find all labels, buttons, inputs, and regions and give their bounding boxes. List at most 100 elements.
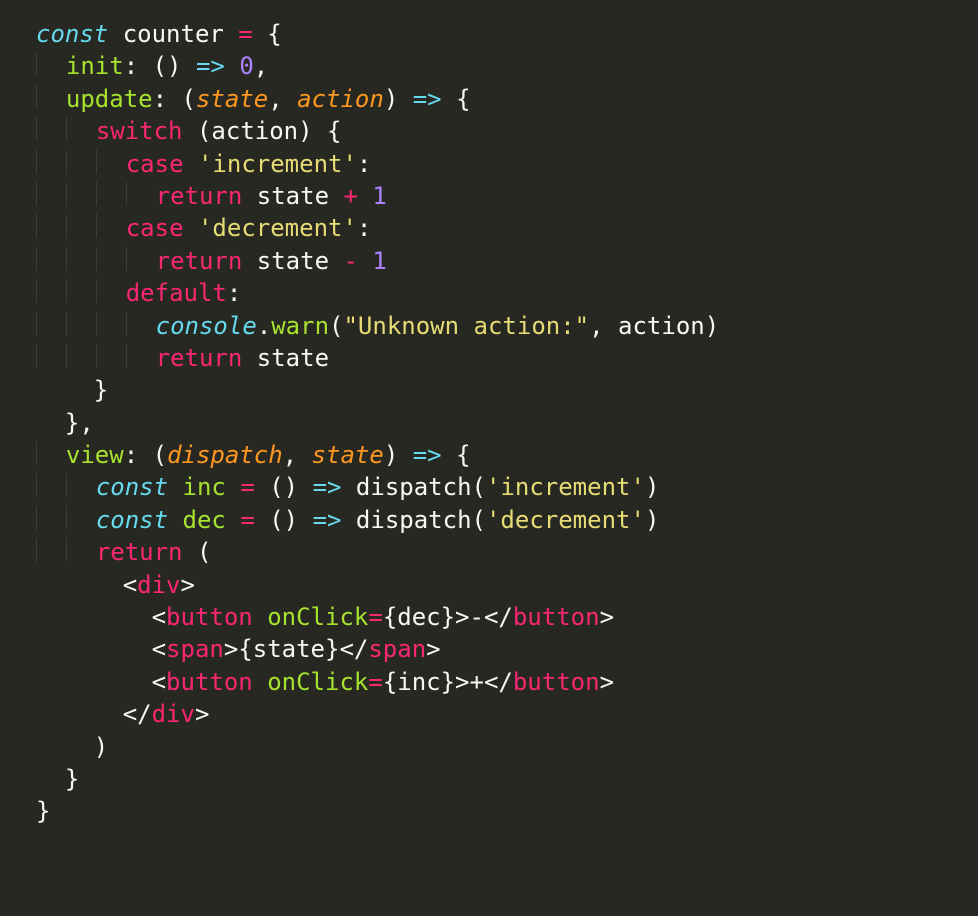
code-token: const	[96, 473, 168, 501]
code-line[interactable]: }	[36, 763, 958, 795]
code-line[interactable]: const dec = () => dispatch('decrement')	[36, 504, 958, 536]
indent-space	[67, 150, 96, 178]
code-token: : ()	[124, 52, 196, 80]
code-token: <	[36, 635, 166, 663]
code-line[interactable]: <button onClick={dec}>-</button>	[36, 601, 958, 633]
code-token	[225, 52, 239, 80]
code-token: =	[240, 473, 254, 501]
code-line[interactable]: },	[36, 407, 958, 439]
code-token: =>	[313, 506, 342, 534]
indent-space	[37, 312, 66, 340]
code-token: , action)	[589, 312, 719, 340]
code-token: "Unknown action:"	[343, 312, 589, 340]
code-line[interactable]: )	[36, 731, 958, 763]
code-token	[168, 473, 182, 501]
code-token: ,	[283, 441, 312, 469]
code-token: 0	[239, 52, 253, 80]
code-line[interactable]: return state + 1	[36, 180, 958, 212]
code-token: <	[36, 571, 137, 599]
indent-space	[67, 279, 96, 307]
code-line[interactable]: </div>	[36, 698, 958, 730]
code-token: =	[238, 20, 252, 48]
code-token: }	[36, 797, 50, 825]
code-token: ()	[255, 506, 313, 534]
code-token: :	[357, 150, 371, 178]
code-token: : (	[124, 441, 167, 469]
code-token: }	[36, 376, 108, 404]
indent-space	[37, 473, 66, 501]
code-token	[358, 182, 372, 210]
code-line[interactable]: update: (state, action) => {	[36, 83, 958, 115]
code-token: >	[426, 635, 440, 663]
code-token: +	[343, 182, 357, 210]
code-token: }	[36, 765, 79, 793]
code-line[interactable]: return state	[36, 342, 958, 374]
code-token: )	[645, 506, 659, 534]
indent-space	[67, 117, 96, 145]
indent-space	[127, 344, 156, 372]
code-token: dispatch(	[341, 473, 486, 501]
code-editor[interactable]: const counter = { init: () => 0, update:…	[0, 0, 978, 848]
code-token	[226, 506, 240, 534]
indent-space	[37, 506, 66, 534]
code-token: button	[166, 603, 253, 631]
code-line[interactable]: console.warn("Unknown action:", action)	[36, 310, 958, 342]
code-token: ()	[255, 473, 313, 501]
indent-space	[67, 473, 96, 501]
code-line[interactable]: switch (action) {	[36, 115, 958, 147]
code-line[interactable]: return state - 1	[36, 245, 958, 277]
indent-space	[127, 312, 156, 340]
code-token: )	[36, 733, 108, 761]
code-token: state	[312, 441, 384, 469]
indent-space	[37, 52, 66, 80]
code-token: 1	[372, 182, 386, 210]
code-line[interactable]: <span>{state}</span>	[36, 633, 958, 665]
code-line[interactable]: <div>	[36, 569, 958, 601]
code-line[interactable]: <button onClick={inc}>+</button>	[36, 666, 958, 698]
code-token: button	[513, 603, 600, 631]
indent-space	[37, 150, 66, 178]
code-token: -	[343, 247, 357, 275]
code-line[interactable]: }	[36, 374, 958, 406]
code-line[interactable]: const counter = {	[36, 18, 958, 50]
code-line[interactable]: const inc = () => dispatch('increment')	[36, 471, 958, 503]
indent-space	[97, 182, 126, 210]
code-token: dec	[183, 506, 226, 534]
code-token	[358, 247, 372, 275]
code-token: dispatch(	[341, 506, 486, 534]
code-token: dispatch	[167, 441, 283, 469]
code-token: span	[368, 635, 426, 663]
code-token: 'decrement'	[486, 506, 645, 534]
indent-space	[67, 247, 96, 275]
indent-space	[127, 247, 156, 275]
code-token: : (	[153, 85, 196, 113]
code-token: 'decrement'	[198, 214, 357, 242]
indent-space	[97, 312, 126, 340]
code-line[interactable]: case 'increment':	[36, 148, 958, 180]
code-line[interactable]: case 'decrement':	[36, 212, 958, 244]
code-token: return	[156, 344, 243, 372]
code-token: },	[36, 409, 94, 437]
code-token: )	[384, 85, 413, 113]
code-line[interactable]: default:	[36, 277, 958, 309]
code-token: >	[181, 571, 195, 599]
code-line[interactable]: view: (dispatch, state) => {	[36, 439, 958, 471]
code-token: return	[96, 538, 183, 566]
indent-space	[37, 117, 66, 145]
code-line[interactable]: init: () => 0,	[36, 50, 958, 82]
code-line[interactable]: return (	[36, 536, 958, 568]
code-token: :	[227, 279, 241, 307]
indent-space	[37, 344, 66, 372]
code-token: return	[156, 182, 243, 210]
code-token: (	[183, 538, 212, 566]
code-token: update	[66, 85, 153, 113]
indent-space	[97, 214, 126, 242]
code-token: >	[600, 603, 614, 631]
indent-space	[67, 182, 96, 210]
code-token: >	[195, 700, 209, 728]
indent-space	[37, 441, 66, 469]
code-token: =>	[413, 441, 442, 469]
code-token: )	[645, 473, 659, 501]
code-token: =	[368, 603, 382, 631]
code-line[interactable]: }	[36, 795, 958, 827]
